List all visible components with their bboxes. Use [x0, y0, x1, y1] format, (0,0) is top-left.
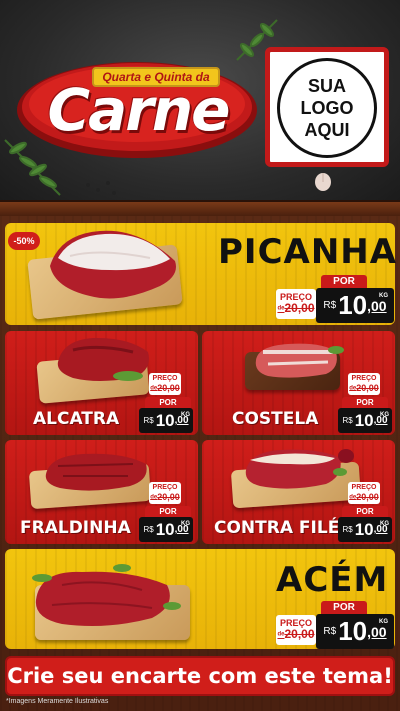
meat-picanha: [50, 230, 176, 299]
preco-label: PREÇO: [152, 374, 178, 382]
currency: R$: [143, 416, 154, 425]
logo-line: LOGO: [300, 98, 354, 118]
discount-badge: -50%: [8, 232, 40, 250]
new-price: R$ 10 ,00 KG: [338, 517, 392, 542]
product-name-costela: COSTELA: [232, 409, 319, 429]
new-price: R$ 10 ,00 KG: [338, 408, 392, 433]
preco-box: PREÇO de20,00: [149, 373, 181, 395]
flyer: Quarta e Quinta da Carne SUA LOGO AQUI -…: [0, 0, 400, 711]
currency: R$: [323, 300, 337, 311]
garlic-decoration: [315, 173, 331, 191]
price-int: 10: [155, 410, 175, 430]
new-price: R$ 10 ,00 KG: [316, 614, 394, 649]
preco-box: PREÇO de20,00: [348, 482, 380, 504]
logo-placeholder: SUA LOGO AQUI: [265, 47, 389, 167]
wood-shelf: [0, 200, 400, 216]
preco-label: PREÇO: [351, 483, 377, 491]
old-price: de20,00: [277, 301, 315, 316]
preco-label: PREÇO: [152, 483, 178, 491]
pepper-decoration: [86, 181, 116, 195]
meat-fraldinha: [45, 453, 147, 491]
preco-box: PREÇO de20,00: [149, 482, 181, 504]
preco-label: PREÇO: [351, 374, 377, 382]
product-name-alcatra: ALCATRA: [33, 409, 120, 429]
product-name-contra-file: CONTRA FILÉ: [214, 518, 340, 538]
meat-alcatra: [57, 337, 149, 381]
old-price: de20,00: [277, 627, 315, 642]
unit: KG: [181, 412, 190, 418]
unit: KG: [380, 521, 389, 527]
new-price: R$ 10 ,00 KG: [139, 517, 193, 542]
price-int: 10: [354, 519, 374, 539]
new-price: R$ 10 ,00 KG: [139, 408, 193, 433]
unit: KG: [379, 619, 388, 625]
currency: R$: [342, 525, 353, 534]
preco-box: PREÇO de20,00: [276, 615, 316, 645]
por-label: POR: [145, 506, 191, 517]
por-label: POR: [342, 506, 388, 517]
create-flyer-button[interactable]: Crie seu encarte com este tema!: [5, 656, 395, 696]
logo-line: SUA: [307, 76, 346, 96]
preco-box: PREÇO de20,00: [276, 289, 316, 319]
por-label: POR: [321, 275, 367, 288]
unit: KG: [181, 521, 190, 527]
new-price: R$ 10 ,00 KG: [316, 288, 394, 323]
price-dec: ,00: [367, 623, 387, 640]
price-int: 10: [338, 290, 368, 320]
price-int: 10: [338, 616, 368, 646]
old-price: de20,00: [150, 382, 180, 393]
price-int: 10: [155, 519, 175, 539]
unit: KG: [380, 412, 389, 418]
disclaimer-footnote: *Imagens Meramente Ilustrativas: [6, 698, 109, 705]
preco-box: PREÇO de20,00: [348, 373, 380, 395]
logo-line: AQUI: [304, 120, 350, 140]
meat-costela: [255, 343, 344, 378]
product-name-acem: ACÉM: [276, 560, 389, 600]
product-name-picanha: PICANHA: [218, 232, 398, 272]
por-label: POR: [342, 397, 388, 408]
currency: R$: [342, 416, 353, 425]
old-price: de20,00: [349, 491, 379, 502]
banner-title: Carne: [47, 76, 231, 144]
price-int: 10: [354, 410, 374, 430]
old-price: de20,00: [349, 382, 379, 393]
meat-acem: [32, 564, 181, 626]
currency: R$: [143, 525, 154, 534]
unit: KG: [379, 293, 388, 299]
currency: R$: [323, 626, 337, 637]
logo-circle: SUA LOGO AQUI: [277, 58, 377, 158]
por-label: POR: [145, 397, 191, 408]
por-label: POR: [321, 601, 367, 614]
old-price: de20,00: [150, 491, 180, 502]
meat-contra-file: [245, 449, 354, 489]
price-dec: ,00: [367, 297, 387, 314]
product-name-fraldinha: FRALDINHA: [20, 518, 131, 538]
